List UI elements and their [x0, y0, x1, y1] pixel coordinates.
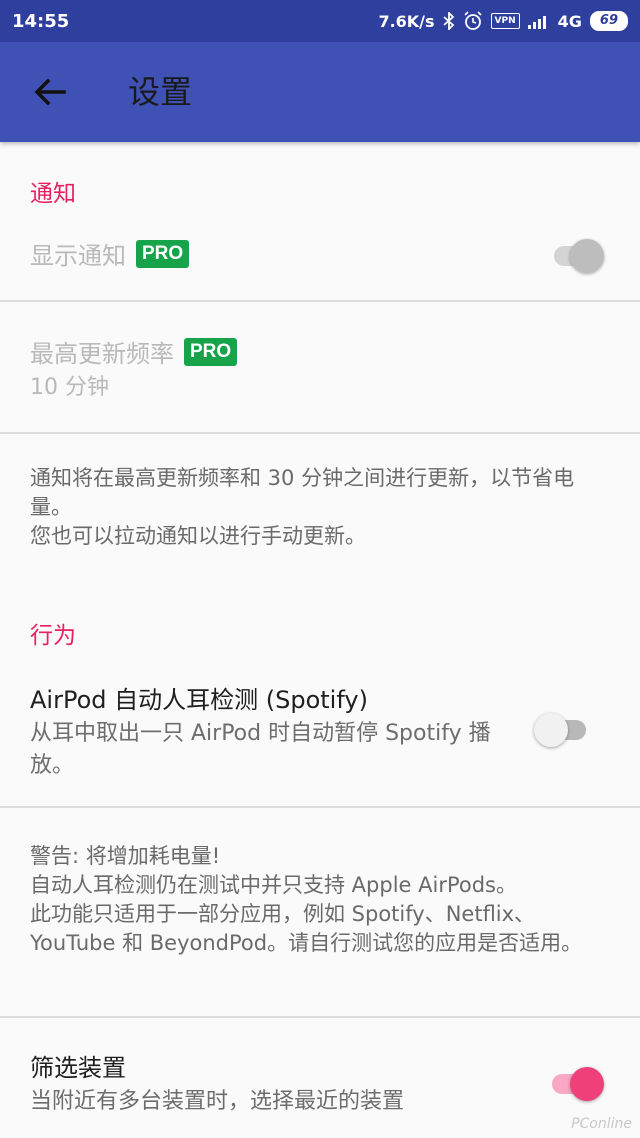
- section-header-notification: 通知: [30, 181, 76, 207]
- switch-thumb: [534, 713, 568, 747]
- status-time: 14:55: [12, 10, 70, 32]
- pref-summary: 当附近有多台装置时，选择最近的装置: [30, 1089, 405, 1114]
- warning-line: 此功能只适用于一部分应用，例如 Spotify、Netflix、YouTube …: [30, 902, 583, 955]
- section-header-behavior: 行为: [30, 623, 76, 649]
- update-note-line: 您也可以拉动通知以进行手动更新。: [30, 524, 366, 548]
- pro-badge: PRO: [184, 337, 238, 366]
- filter-devices-switch[interactable]: [546, 1062, 606, 1102]
- pref-title: 筛选装置: [30, 1048, 126, 1083]
- pref-title: 最高更新频率 PRO: [30, 334, 238, 369]
- divider: [0, 806, 640, 808]
- divider: [0, 300, 640, 302]
- alarm-icon: [463, 11, 483, 31]
- warning-line: 自动人耳检测仍在测试中并只支持 Apple AirPods。: [30, 873, 517, 897]
- show-notification-switch[interactable]: [548, 234, 608, 274]
- pref-summary: 从耳中取出一只 AirPod 时自动暂停 Spotify 播放。: [30, 721, 491, 778]
- switch-thumb: [570, 239, 604, 273]
- update-note-line: 通知将在最高更新频率和 30 分钟之间进行更新，以节省电量。: [30, 466, 575, 519]
- bluetooth-icon: [442, 12, 455, 30]
- net-speed: 7.6K/s: [378, 11, 435, 31]
- divider: [0, 432, 640, 434]
- battery-icon: 69: [589, 11, 628, 31]
- warning-line: 警告: 将增加耗电量!: [30, 844, 221, 868]
- pref-title-text: AirPod 自动人耳检测 (Spotify): [30, 686, 368, 714]
- status-icons: 7.6K/s VPN 4G 69: [378, 11, 628, 31]
- update-note: 通知将在最高更新频率和 30 分钟之间进行更新，以节省电量。 您也可以拉动通知以…: [30, 464, 615, 551]
- network-type: 4G: [557, 11, 582, 31]
- divider: [0, 1016, 640, 1018]
- pref-title-text: 筛选装置: [30, 1054, 126, 1082]
- airpod-ear-detection-switch[interactable]: [534, 708, 594, 748]
- warning-note: 警告: 将增加耗电量! 自动人耳检测仍在测试中并只支持 Apple AirPod…: [30, 842, 615, 958]
- status-bar: 14:55 7.6K/s VPN 4G 69: [0, 0, 640, 42]
- vpn-icon: VPN: [490, 13, 520, 29]
- app-toolbar: 设置: [0, 42, 640, 142]
- signal-icon: [527, 13, 550, 29]
- pref-title: 显示通知 PRO: [30, 236, 190, 271]
- pref-title-text: 最高更新频率: [30, 340, 174, 368]
- pref-title: AirPod 自动人耳检测 (Spotify): [30, 680, 368, 715]
- back-arrow-icon[interactable]: [30, 72, 70, 112]
- watermark: PConline: [571, 1116, 632, 1132]
- pro-badge: PRO: [136, 239, 190, 268]
- pref-summary: 10 分钟: [30, 375, 109, 400]
- pref-title-text: 显示通知: [30, 242, 126, 270]
- switch-thumb: [570, 1067, 604, 1101]
- page-title: 设置: [128, 73, 193, 111]
